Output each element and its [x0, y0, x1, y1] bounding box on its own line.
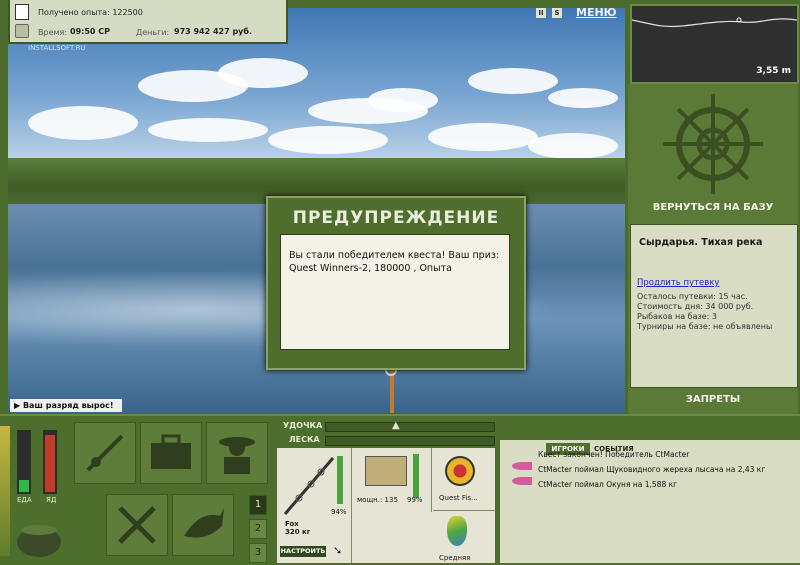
reel-slot[interactable]: мощн.: 135 99%: [353, 448, 432, 512]
arrow-right-icon: ▶: [14, 401, 23, 410]
arrow-down-right-icon[interactable]: ➘: [333, 544, 342, 557]
cloud: [148, 118, 268, 142]
line-tension-bar: [325, 436, 495, 446]
reel-durability: 99%: [407, 496, 423, 504]
warning-dialog[interactable]: ПРЕДУПРЕЖДЕНИЕ Вы стали победителем квес…: [266, 196, 526, 370]
rank-notice: ▶ Ваш разряд вырос!: [10, 399, 122, 412]
page-3-button[interactable]: 3: [249, 543, 267, 563]
xp-gained: Получено опыта: 122500: [38, 8, 143, 17]
rod-tension-bar: [325, 422, 495, 432]
knife-fork-icon: [118, 506, 156, 544]
rod-label: УДОЧКА: [283, 421, 323, 430]
fish-hook-icon: [512, 462, 532, 470]
cloud: [268, 126, 388, 154]
cloud: [428, 123, 538, 151]
return-base-button[interactable]: ВЕРНУТЬСЯ НА БАЗУ: [628, 202, 798, 213]
cloud: [368, 88, 438, 112]
notes-icon[interactable]: [15, 4, 29, 20]
fishing-rod-icon: [86, 434, 124, 472]
dialog-title: ПРЕДУПРЕЖДЕНИЕ: [292, 208, 500, 228]
fishers-count: Рыбаков на базе: 3: [637, 312, 717, 321]
fisherman-tile[interactable]: [206, 422, 268, 484]
depth-map[interactable]: 3,55 m: [630, 4, 799, 84]
sound-button[interactable]: S: [552, 8, 562, 18]
poison-meter: [43, 430, 57, 494]
rod-tip: [390, 370, 394, 413]
line-name: Quest Fis...: [439, 494, 478, 502]
cloud: [548, 88, 618, 108]
food-meter-fill: [19, 480, 29, 492]
fisherman-icon: [219, 437, 255, 474]
ship-wheel-icon[interactable]: [628, 84, 798, 202]
cloud: [468, 68, 558, 94]
tackle-box-tile[interactable]: [140, 422, 202, 484]
info-panel: Получено опыта: 122500 Время: 09:50 СР Д…: [8, 0, 288, 44]
bans-button[interactable]: ЗАПРЕТЫ: [628, 394, 798, 405]
cauldron-icon[interactable]: [14, 516, 64, 561]
rod-durability-bar: [337, 456, 343, 504]
events-panel: ИГРОКИ СОБЫТИЯ Квест закончен! Победител…: [500, 440, 800, 563]
reel-icon: [365, 456, 407, 486]
dialog-message: Вы стали победителем квеста! Ваш приз: Q…: [280, 234, 510, 350]
time-value: 09:50 СР: [70, 27, 110, 36]
tension-marker-icon: ▲: [392, 420, 400, 431]
line-label: ЛЕСКА: [289, 435, 320, 444]
page-2-button[interactable]: 2: [249, 519, 267, 539]
reel-durability-bar: [413, 454, 419, 498]
poison-label: ЯД: [46, 496, 57, 504]
pause-button[interactable]: II: [536, 8, 546, 18]
menu-button[interactable]: МЕНЮ: [576, 6, 617, 19]
fish-hook-icon: [512, 477, 532, 485]
fish-icon: [184, 508, 224, 538]
watermark: INSTALLSOFT.RU: [28, 44, 86, 52]
lock-icon[interactable]: [15, 24, 29, 38]
base-info: Сырдарья. Тихая река Продлить путевку Ос…: [630, 224, 798, 388]
rod-name: Fox: [285, 520, 299, 528]
food-tile[interactable]: [106, 494, 168, 556]
event-row: CtMacter поймал Щуковидного жереха лысач…: [538, 465, 766, 474]
cloud: [218, 58, 308, 88]
extend-permit-link[interactable]: Продлить путевку: [637, 278, 719, 288]
lure-name: Средняя: [439, 554, 471, 562]
food-label: ЕДА: [17, 496, 32, 504]
rod-tile[interactable]: [74, 422, 136, 484]
rod-durability: 94%: [331, 508, 347, 516]
poison-meter-fill: [45, 435, 55, 492]
reel-power: мощн.: 135: [357, 496, 398, 504]
day-cost: Стоимость дня: 34 000 руб.: [637, 302, 754, 311]
permit-remaining: Осталось путевки: 15 час.: [637, 292, 748, 301]
tackle-panel: 94% Fox 320 кг НАСТРОИТЬ ➘ мощн.: 135 99…: [277, 448, 495, 563]
depth-value: 3,55 m: [756, 66, 791, 76]
tournaments: Турниры на базе: не объявлены: [637, 322, 773, 331]
money-value: 973 942 427 руб.: [174, 27, 253, 36]
food-meter: [17, 430, 31, 494]
tackle-box-icon: [151, 434, 191, 469]
setup-button[interactable]: НАСТРОИТЬ: [280, 546, 326, 557]
rod-icon: [283, 457, 335, 515]
cloud: [528, 133, 618, 159]
rod-weight: 320 кг: [285, 528, 311, 536]
page-1-button[interactable]: 1: [249, 495, 267, 515]
edge-strip: [0, 426, 10, 556]
line-slot[interactable]: Quest Fis...: [433, 448, 495, 511]
event-row: Квест закончен! Победитель CtMacter: [538, 450, 690, 459]
lure-icon: [447, 516, 467, 546]
location-name: Сырдарья. Тихая река: [639, 237, 763, 248]
time-label: Время:: [38, 28, 68, 37]
rank-notice-text: Ваш разряд вырос!: [22, 401, 114, 410]
lure-slot[interactable]: Средняя: [433, 512, 495, 563]
money-label: Деньги:: [136, 28, 170, 37]
line-spool-icon: [445, 456, 475, 486]
event-row: CtMacter поймал Окуня на 1,588 кг: [538, 480, 678, 489]
cloud: [28, 106, 138, 140]
fish-tile[interactable]: [172, 494, 234, 556]
rod-slot[interactable]: 94% Fox 320 кг НАСТРОИТЬ ➘: [277, 448, 352, 563]
